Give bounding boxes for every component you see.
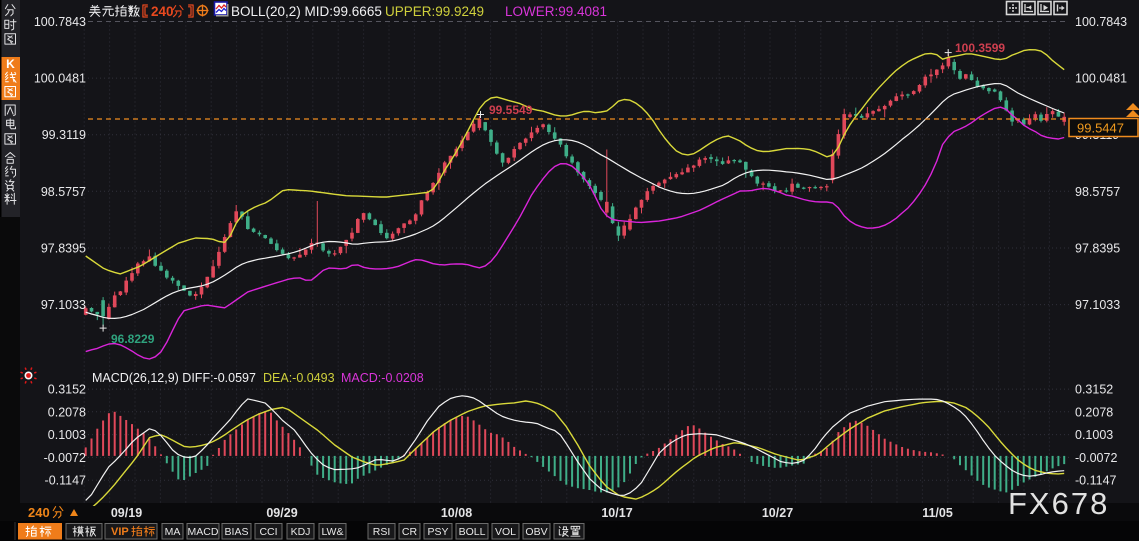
svg-text:240: 240: [151, 4, 174, 19]
svg-text:99.5447: 99.5447: [1077, 121, 1124, 136]
svg-text:97.8395: 97.8395: [41, 242, 86, 256]
svg-text:CCI: CCI: [259, 526, 277, 538]
svg-text:LOWER:99.4081: LOWER:99.4081: [505, 4, 607, 19]
svg-text:99.3119: 99.3119: [42, 128, 86, 142]
svg-text:100.7843: 100.7843: [34, 15, 86, 29]
svg-text:10/17: 10/17: [601, 506, 632, 520]
svg-text:0.1003: 0.1003: [1075, 428, 1113, 442]
svg-text:99.5549: 99.5549: [489, 103, 533, 117]
svg-text:97.1033: 97.1033: [1075, 298, 1120, 312]
svg-text:98.5757: 98.5757: [1075, 185, 1120, 199]
svg-text:240: 240: [28, 505, 50, 520]
svg-text:K: K: [6, 57, 15, 71]
svg-text:MA: MA: [165, 526, 181, 538]
svg-text:100.7843: 100.7843: [1075, 15, 1127, 29]
svg-text:0.2078: 0.2078: [1075, 405, 1113, 419]
svg-text:MACD(26,12,9) DIFF:-0.0597: MACD(26,12,9) DIFF:-0.0597: [92, 371, 256, 385]
svg-text:BOLL(20,2) MID:99.6665: BOLL(20,2) MID:99.6665: [231, 4, 382, 19]
svg-text:10/27: 10/27: [762, 506, 793, 520]
svg-text:LW&: LW&: [322, 526, 344, 538]
svg-text:96.8229: 96.8229: [111, 332, 155, 346]
svg-text:RSI: RSI: [373, 526, 391, 538]
svg-text:MACD:-0.0208: MACD:-0.0208: [341, 371, 424, 385]
svg-text:-0.0072: -0.0072: [1075, 451, 1117, 465]
svg-text:CR: CR: [402, 526, 418, 538]
svg-text:DEA:-0.0493: DEA:-0.0493: [263, 371, 335, 385]
svg-text:0.2078: 0.2078: [48, 405, 86, 419]
svg-text:0.3152: 0.3152: [48, 383, 86, 397]
svg-text:100.0481: 100.0481: [34, 72, 86, 86]
svg-text:KDJ: KDJ: [291, 526, 311, 538]
svg-text:11/05: 11/05: [922, 506, 953, 520]
svg-text:09/29: 09/29: [266, 506, 297, 520]
svg-text:100.3599: 100.3599: [955, 41, 1005, 55]
svg-text:09/19: 09/19: [111, 506, 142, 520]
svg-text:0.3152: 0.3152: [1075, 383, 1113, 397]
svg-text:10/08: 10/08: [441, 506, 472, 520]
svg-text:0.1003: 0.1003: [48, 428, 86, 442]
svg-text:UPPER:99.9249: UPPER:99.9249: [385, 4, 484, 19]
svg-text:100.0481: 100.0481: [1075, 72, 1127, 86]
svg-text:-0.1147: -0.1147: [45, 474, 87, 488]
svg-text:97.8395: 97.8395: [1075, 242, 1120, 256]
svg-text:97.1033: 97.1033: [41, 298, 86, 312]
svg-text:VIP: VIP: [111, 526, 129, 538]
svg-text:OBV: OBV: [525, 526, 547, 538]
svg-text:BOLL: BOLL: [459, 526, 486, 538]
svg-text:PSY: PSY: [427, 526, 448, 538]
svg-text:98.5757: 98.5757: [41, 185, 86, 199]
svg-text:-0.0072: -0.0072: [44, 451, 86, 465]
svg-text:FX678: FX678: [1008, 486, 1109, 521]
svg-text:MACD: MACD: [188, 526, 219, 538]
svg-text:BIAS: BIAS: [225, 526, 249, 538]
svg-text:VOL: VOL: [495, 526, 516, 538]
